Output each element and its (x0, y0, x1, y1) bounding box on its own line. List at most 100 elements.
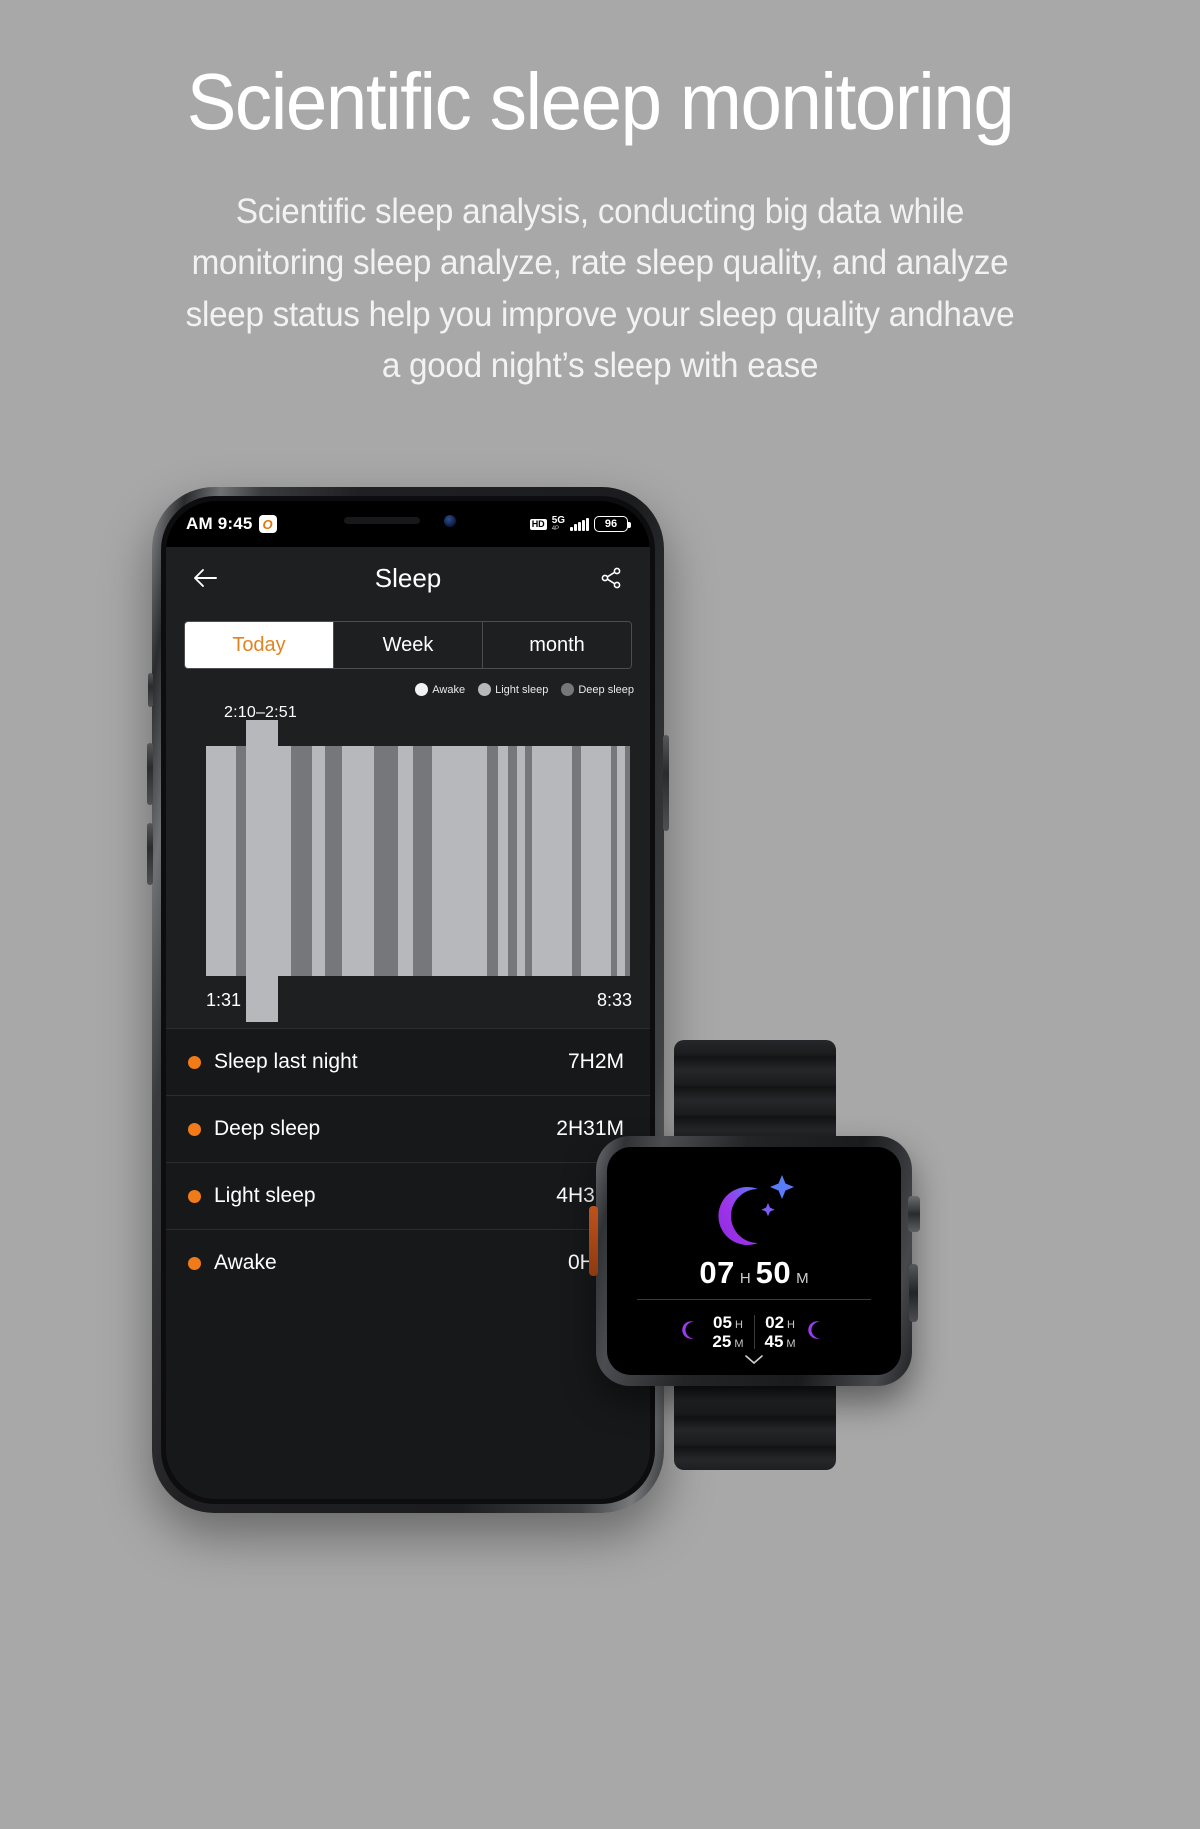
chart-plot-area[interactable] (206, 720, 632, 1022)
screen-title: Sleep (374, 562, 442, 593)
watch-right-hours-unit: H (787, 1319, 795, 1331)
watch-left-minutes-unit: M (734, 1338, 744, 1351)
watch-total-hours: 07 (699, 1255, 735, 1290)
battery-icon: 96 (594, 516, 631, 532)
share-icon[interactable] (594, 561, 628, 595)
watch-right-minutes-unit: M (786, 1338, 796, 1351)
bullet-icon (188, 1122, 201, 1136)
page-subtitle: Scientific sleep analysis, conducting bi… (185, 192, 1015, 386)
chart-x-end-label: 8:33 (596, 990, 632, 1010)
watch-breakdown-divider (753, 1315, 755, 1350)
watch-total-hours-unit: H (739, 1270, 751, 1287)
moon-small-left-icon (680, 1319, 702, 1346)
bullet-icon (188, 1055, 201, 1069)
table-row[interactable]: Deep sleep 2H31M (166, 1095, 650, 1162)
chart-bar (206, 746, 236, 976)
watch-deep-sleep-value: 02 H 45 M (765, 1313, 796, 1351)
phone-notch (295, 501, 521, 545)
chart-bar (572, 746, 581, 976)
chart-bar (516, 746, 526, 976)
app-header: Sleep (166, 547, 650, 609)
bullet-icon (188, 1189, 201, 1203)
chart-bar (325, 746, 343, 976)
bullet-icon (188, 1256, 201, 1270)
chart-bar (291, 746, 313, 976)
chart-legend: Awake Light sleep Deep sleep (166, 679, 650, 698)
chart-bar (412, 746, 432, 976)
table-row[interactable]: Light sleep 4H31M (166, 1162, 650, 1229)
watch-crown-button[interactable] (908, 1196, 920, 1232)
chart-bar (508, 746, 517, 976)
chart-bar (312, 746, 326, 976)
stat-label-light-sleep: Light sleep (214, 1184, 316, 1207)
chart-bar (616, 746, 626, 976)
chevron-down-icon[interactable] (607, 1354, 901, 1365)
tab-today[interactable]: Today (185, 622, 334, 668)
watch-total-minutes-unit: M (796, 1270, 809, 1287)
phone-mute-switch[interactable] (148, 673, 153, 707)
watch-left-minutes: 25 (712, 1332, 732, 1352)
watch-left-accent (589, 1206, 598, 1276)
tab-month[interactable]: month (483, 622, 631, 668)
network-sublabel: 4P (551, 526, 560, 532)
watch-right-hours: 02 (765, 1313, 785, 1332)
hd-voice-icon: HD (529, 518, 547, 530)
tab-week[interactable]: Week (334, 622, 483, 668)
phone-volume-down-button[interactable] (147, 823, 153, 885)
watch-side-button[interactable] (909, 1264, 918, 1322)
chart-bar (625, 746, 630, 976)
moon-small-right-icon (806, 1319, 828, 1346)
chart-bar (531, 746, 573, 976)
smartwatch-mockup: 07 H 50 M 05 H 25 M 02 H 45 M (589, 1040, 920, 1470)
status-bar-left: AM 9:45 O (186, 514, 277, 534)
period-tabs: Today Week month (184, 621, 632, 669)
watch-screen[interactable]: 07 H 50 M 05 H 25 M 02 H 45 M (607, 1147, 901, 1375)
legend-label-deep-sleep: Deep sleep (578, 683, 634, 696)
back-arrow-icon[interactable] (188, 561, 222, 595)
network-label: 5G (551, 515, 566, 526)
chart-bar (342, 746, 375, 976)
legend-item-light-sleep: Light sleep (478, 683, 548, 696)
table-row[interactable]: Sleep last night 7H2M (166, 1028, 650, 1095)
battery-level-label: 96 (604, 518, 618, 530)
page-title: Scientific sleep monitoring (186, 57, 1015, 146)
table-row[interactable]: Awake 0H0M (166, 1229, 650, 1296)
app-notification-icon: O (258, 515, 277, 533)
signal-strength-icon (570, 517, 589, 531)
legend-label-light-sleep: Light sleep (495, 683, 549, 696)
legend-item-deep-sleep: Deep sleep (561, 683, 634, 696)
phone-bezel: AM 9:45 O HD 5G 4P 96 Sleep Today Week m… (161, 496, 655, 1504)
network-type-icon: 5G 4P (551, 515, 566, 533)
chart-bar (431, 746, 488, 976)
moon-illustration (607, 1169, 901, 1247)
legend-swatch-light-sleep (478, 683, 492, 696)
sleep-stage-chart[interactable]: 2:10–2:51 1:31 8:33 (166, 698, 650, 1028)
legend-label-awake: Awake (432, 683, 466, 696)
legend-item-awake: Awake (415, 683, 465, 696)
chart-bar (580, 746, 611, 976)
stat-label-awake: Awake (214, 1251, 277, 1274)
status-bar: AM 9:45 O HD 5G 4P 96 (166, 501, 650, 547)
chart-bar (397, 746, 413, 976)
chart-x-start-label: 1:31 (206, 990, 242, 1010)
status-bar-right: HD 5G 4P 96 (529, 515, 631, 533)
sleep-summary-list: Sleep last night 7H2M Deep sleep 2H31M L… (166, 1028, 650, 1296)
chart-bar (487, 746, 498, 976)
watch-case: 07 H 50 M 05 H 25 M 02 H 45 M (589, 1136, 920, 1386)
legend-swatch-awake (415, 683, 429, 696)
legend-swatch-deep-sleep (561, 683, 575, 696)
phone-power-button[interactable] (663, 735, 669, 831)
phone-mockup: AM 9:45 O HD 5G 4P 96 Sleep Today Week m… (147, 487, 669, 1513)
watch-light-sleep-value: 05 H 25 M (712, 1313, 743, 1351)
status-clock: AM 9:45 (186, 514, 253, 533)
chart-bar (497, 746, 509, 976)
stat-label-deep-sleep: Deep sleep (214, 1117, 321, 1140)
stat-label-sleep-last-night: Sleep last night (214, 1050, 358, 1073)
hero-section: Scientific sleep monitoring Scientific s… (0, 62, 1200, 392)
phone-volume-up-button[interactable] (147, 743, 153, 805)
chart-highlight-bar (246, 720, 279, 1022)
watch-left-hours-unit: H (734, 1319, 743, 1331)
period-tabs-container: Today Week month (166, 609, 650, 679)
watch-sleep-breakdown: 05 H 25 M 02 H 45 M (607, 1313, 901, 1351)
watch-divider (637, 1299, 871, 1300)
